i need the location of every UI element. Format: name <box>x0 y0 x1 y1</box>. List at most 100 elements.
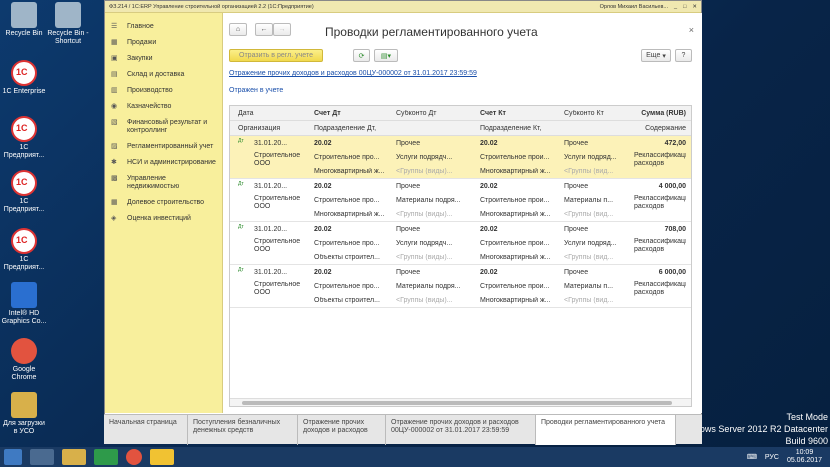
sidebar-item[interactable]: ▩ Управление недвижимостью <box>105 171 222 195</box>
sidebar-item[interactable]: ▣ Закупки <box>105 51 222 67</box>
sidebar-item[interactable]: ▦ Долевое строительство <box>105 195 222 211</box>
row-subconto-kt: Материалы п... <box>564 283 614 290</box>
row-description: Реклассификация расходов <box>634 238 686 253</box>
sidebar-item[interactable]: ▨ Регламентированный учет <box>105 139 222 155</box>
column-header: Подразделение Кт, <box>480 125 542 132</box>
forward-button[interactable]: → <box>273 23 291 36</box>
1c-icon <box>11 228 37 254</box>
table-row[interactable]: Дт 31.01.20... Строительное ООО 20.02 Строит… <box>230 136 691 179</box>
desktop-icon[interactable]: 1C Предприят... <box>1 170 47 214</box>
window-tab-label: Начальная страница <box>109 419 177 426</box>
more-button[interactable]: Еще ▾ <box>641 49 671 62</box>
sidebar-item[interactable]: ▥ Производство <box>105 83 222 99</box>
desktop-icon[interactable]: Recycle Bin - Shortcut <box>45 2 91 46</box>
row-description: Реклассификация расходов <box>634 195 686 210</box>
clock[interactable]: 10:09 05.06.2017 <box>787 449 822 465</box>
sidebar-item-label: Продажи <box>127 39 157 46</box>
back-arrow-icon: ← <box>260 26 268 33</box>
clock-time: 10:09 <box>795 449 814 456</box>
scrollbar-thumb[interactable] <box>242 401 672 405</box>
app-window: ФЗ.214 / 1С:ERP Управление строительной … <box>104 0 702 444</box>
column-header: Счет Дт <box>314 110 341 117</box>
start-icon[interactable] <box>4 449 22 465</box>
row-object-kt: Многоквартирный ж... <box>480 254 551 261</box>
horizontal-scrollbar[interactable] <box>230 398 691 406</box>
row-account-kt: 20.02 <box>480 226 498 233</box>
back-button[interactable]: ← <box>255 23 273 36</box>
row-division-kt: Строительное прои... <box>480 283 550 290</box>
window-tab[interactable]: Отражение прочих доходов и расходов 00ЦУ… <box>386 415 536 445</box>
sidebar-item[interactable]: ▧ Финансовый результат и контроллинг <box>105 115 222 139</box>
help-button[interactable]: ? <box>675 49 692 62</box>
refresh-button[interactable]: ⟳ <box>353 49 370 62</box>
sidebar-item[interactable]: ✱ НСИ и администрирование <box>105 155 222 171</box>
table-row[interactable]: Дт 31.01.20... Строительное ООО 20.02 Строит… <box>230 222 691 265</box>
row-account-dt: 20.02 <box>314 269 332 276</box>
minimize-icon[interactable]: _ <box>674 4 677 10</box>
desktop-icon[interactable]: Intel® HD Graphics Co... <box>1 282 47 326</box>
sidebar-item-label: Закупки <box>127 55 153 62</box>
table-row[interactable]: Дт 31.01.20... Строительное ООО 20.02 Строит… <box>230 179 691 222</box>
recycle-bin-icon <box>11 2 37 28</box>
row-account-kt: 20.02 <box>480 140 498 147</box>
row-division-dt: Строительное про... <box>314 154 380 161</box>
keyboard-icon[interactable]: ⌨ <box>747 453 757 461</box>
desktop-icon[interactable]: Для загрузки в УСО <box>1 392 47 436</box>
spreadsheet-icon[interactable] <box>94 449 118 465</box>
desktop-icon[interactable]: 1C Предприят... <box>1 228 47 272</box>
row-subconto-kt: Прочее <box>564 226 589 233</box>
1c-taskbar-icon[interactable] <box>150 449 174 465</box>
open-windows-tabs: Начальная страница Поступления безналичны… <box>104 414 702 445</box>
status-link[interactable]: Отражен в учете <box>229 87 283 94</box>
table-row[interactable]: Дт 31.01.20... Строительное ООО 20.02 Строит… <box>230 265 691 308</box>
close-form-icon[interactable]: × <box>689 25 694 35</box>
production-icon: ▥ <box>111 87 118 94</box>
treasury-icon: ◉ <box>111 103 118 110</box>
maximize-icon[interactable]: □ <box>683 4 686 10</box>
row-amount: 6 000,00 <box>658 269 686 276</box>
sidebar-item-label: Финансовый результат и контроллинг <box>127 119 208 134</box>
desktop-icon[interactable]: 1C Предприят... <box>1 116 47 160</box>
post-to-accounting-button[interactable]: Отразить в регл. учете <box>229 49 323 62</box>
main-content: ⌂ ← → Проводки регламентированного учета… <box>223 13 702 413</box>
row-subconto-dt: Прочее <box>396 226 421 233</box>
title-bar: ФЗ.214 / 1С:ERP Управление строительной … <box>105 1 701 13</box>
posting-icon: Дт <box>238 224 244 230</box>
language-indicator[interactable]: РУС <box>765 454 779 461</box>
taskbar: ⌨ РУС 10:09 05.06.2017 <box>0 447 830 467</box>
table-header-row-2: Организация Подразделение Дт, Подразделени… <box>230 121 691 136</box>
intel-icon <box>11 282 37 308</box>
row-subconto-dt: Услуги подрядч... <box>396 240 453 247</box>
desktop-icon[interactable]: 1C Enterprise <box>1 60 47 96</box>
row-date: 31.01.20... <box>254 183 288 190</box>
sidebar-item[interactable]: ◈ Оценка инвестиций <box>105 211 222 227</box>
sidebar-item[interactable]: ☰ Главное <box>105 19 222 35</box>
posting-icon: Дт <box>238 267 244 273</box>
sidebar-item[interactable]: ◉ Казначейство <box>105 99 222 115</box>
close-window-icon[interactable]: ✕ <box>692 4 697 10</box>
chrome-icon[interactable] <box>126 449 142 465</box>
row-subconto-dt: Материалы подря... <box>396 283 461 290</box>
sidebar-item[interactable]: ▤ Склад и доставка <box>105 67 222 83</box>
desktop-icon[interactable]: Google Chrome <box>1 338 47 382</box>
window-tab[interactable]: Поступления безналичных денежных средств <box>188 415 298 445</box>
row-subconto-kt: Прочее <box>564 269 589 276</box>
window-tab[interactable]: Начальная страница <box>104 415 188 445</box>
home-button[interactable]: ⌂ <box>229 23 247 36</box>
row-subconto-kt: Услуги подряд... <box>564 154 617 161</box>
user-name[interactable]: Орлов Михаил Васильев... <box>600 4 668 10</box>
sidebar-item-label: Главное <box>127 23 154 30</box>
document-link[interactable]: Отражение прочих доходов и расходов 00ЦУ… <box>229 70 477 77</box>
window-tab[interactable]: Проводки регламентированного учета <box>536 415 676 445</box>
column-header: Субконто Дт <box>396 110 437 117</box>
window-tab[interactable]: Отражение прочих доходов и расходов <box>298 415 386 445</box>
desktop-icon[interactable]: Recycle Bin <box>1 2 47 38</box>
row-subconto-kt: <Группы (вид... <box>564 254 614 261</box>
explorer-icon[interactable] <box>62 449 86 465</box>
terminal-icon[interactable] <box>30 449 54 465</box>
sidebar-item-label: Регламентированный учет <box>127 143 214 150</box>
row-subconto-dt: <Группы (виды)... <box>396 211 453 218</box>
report-dropdown-button[interactable]: ▤▾ <box>374 49 398 62</box>
sidebar-item[interactable]: ▦ Продажи <box>105 35 222 51</box>
row-amount: 4 000,00 <box>658 183 686 190</box>
